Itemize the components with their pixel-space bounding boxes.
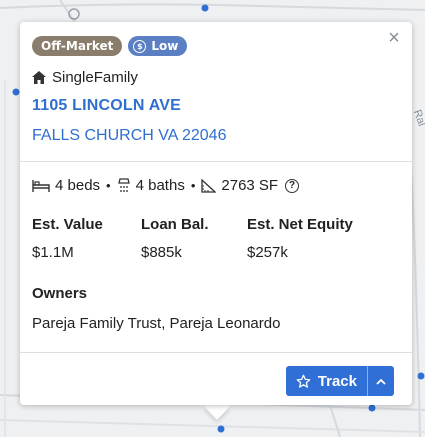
track-dropdown-button[interactable] (368, 366, 394, 396)
property-specs: 4 beds • 4 baths • 2763 SF ? (32, 177, 300, 194)
baths-count: 4 baths (135, 177, 185, 194)
area-ruler-icon (201, 178, 217, 193)
star-icon (296, 374, 311, 388)
address-line1-link[interactable]: 1105 LINCOLN AVE (32, 97, 181, 115)
owners-label: Owners (32, 285, 88, 302)
track-button-label: Track (317, 372, 357, 390)
beds-count: 4 beds (55, 177, 101, 194)
net-equity-label: Est. Net Equity (247, 216, 353, 233)
divider (20, 352, 412, 353)
status-badge: Off-Market (32, 36, 123, 56)
separator: • (106, 178, 111, 193)
est-value-label: Est. Value (32, 216, 103, 233)
dollar-coin-icon: $ (133, 39, 147, 53)
separator: • (190, 178, 196, 193)
est-value: $1.1M (32, 244, 74, 261)
loan-bal-value: $885k (141, 244, 182, 261)
property-type: SingleFamily (32, 69, 138, 86)
property-popup: × Off-Market $ Low SingleFamily 1105 LIN… (20, 22, 412, 405)
track-button-group: Track (285, 366, 394, 396)
net-equity-value: $257k (247, 244, 288, 261)
owners-value: Pareja Family Trust, Pareja Leonardo (32, 315, 281, 332)
chevron-up-icon (376, 378, 386, 385)
shower-icon (117, 177, 130, 192)
address-line2-link[interactable]: FALLS CHURCH VA 22046 (32, 127, 226, 145)
divider (20, 161, 412, 162)
loan-bal-label: Loan Bal. (141, 216, 209, 233)
home-icon (32, 71, 46, 84)
equity-badge: $ Low (128, 36, 188, 56)
equity-badge-label: Low (151, 39, 179, 53)
bed-icon (32, 179, 50, 192)
close-icon[interactable]: × (386, 28, 402, 48)
badge-row: Off-Market $ Low (32, 36, 188, 56)
info-icon[interactable]: ? (285, 178, 300, 193)
area-size: 2763 SF (221, 177, 279, 194)
track-button[interactable]: Track (286, 366, 368, 396)
property-type-label: SingleFamily (52, 69, 138, 86)
